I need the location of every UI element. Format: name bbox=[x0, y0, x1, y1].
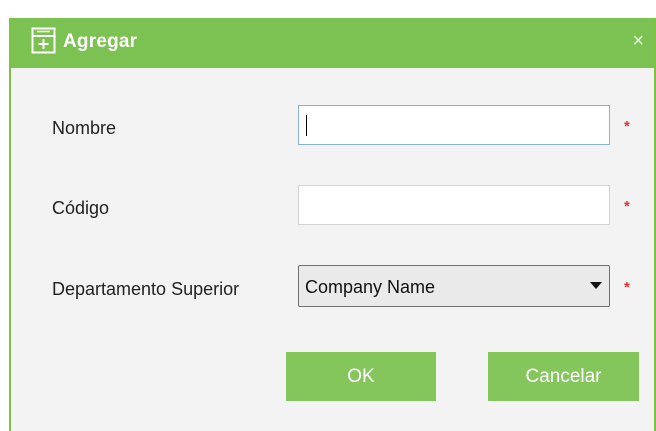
ok-button[interactable]: OK bbox=[286, 352, 436, 401]
select-value: Company Name bbox=[305, 277, 436, 297]
departamento-superior-select[interactable]: Company Name bbox=[298, 265, 610, 307]
codigo-input[interactable] bbox=[298, 185, 610, 225]
departamento-superior-label: Departamento Superior bbox=[52, 279, 240, 299]
chevron-down-icon bbox=[590, 282, 602, 289]
required-mark: * bbox=[624, 118, 630, 135]
cancel-button[interactable]: Cancelar bbox=[488, 352, 639, 401]
dialog-title: Agregar bbox=[63, 31, 138, 52]
codigo-label: Código bbox=[52, 198, 110, 218]
add-form-icon bbox=[31, 27, 56, 54]
close-icon[interactable]: × bbox=[632, 31, 644, 51]
required-mark: * bbox=[624, 198, 630, 215]
nombre-label: Nombre bbox=[52, 118, 117, 138]
required-mark: * bbox=[624, 279, 630, 296]
nombre-input[interactable] bbox=[298, 105, 610, 145]
dialog-titlebar: Agregar × bbox=[11, 18, 654, 68]
text-caret bbox=[306, 115, 307, 136]
agregar-dialog: Agregar × Nombre * Código * Departamento… bbox=[9, 18, 656, 431]
